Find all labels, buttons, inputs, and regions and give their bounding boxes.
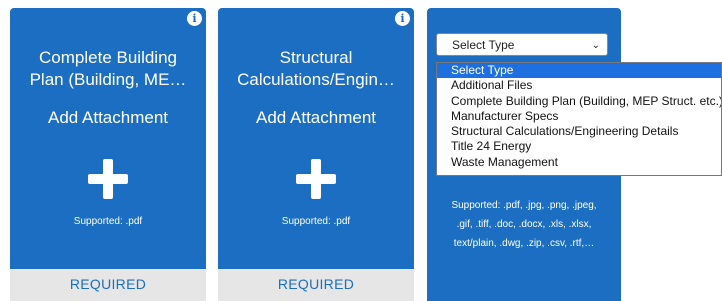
card-title: Structural Calculations/Engin…	[228, 47, 404, 91]
required-badge: REQUIRED	[10, 269, 206, 301]
card-title-line2: Plan (Building, ME…	[29, 70, 187, 89]
dropdown-option[interactable]: Waste Management	[437, 155, 721, 170]
attachment-card-structural[interactable]: i Structural Calculations/Engin… Add Att…	[218, 8, 414, 301]
card-title-line1: Structural	[279, 48, 353, 67]
chevron-down-icon[interactable]: ⌄	[592, 34, 600, 57]
info-icon[interactable]: i	[395, 11, 410, 26]
dropdown-option[interactable]: Manufacturer Specs	[437, 109, 721, 124]
type-select-value: Select Type	[452, 38, 515, 52]
attachment-card-building-plan[interactable]: i Complete Building Plan (Building, ME… …	[10, 8, 206, 301]
dropdown-option[interactable]: Title 24 Energy	[437, 139, 721, 154]
plus-icon[interactable]	[88, 159, 128, 199]
type-dropdown-list[interactable]: Select Type Additional Files Complete Bu…	[436, 62, 722, 176]
card-title-line1: Complete Building	[39, 48, 177, 67]
plus-icon[interactable]	[296, 159, 336, 199]
supported-formats: Supported: .pdf	[73, 216, 143, 227]
dropdown-option[interactable]: Additional Files	[437, 78, 721, 93]
supported-formats: Supported: .pdf, .jpg, .png, .jpeg, .gif…	[435, 196, 613, 253]
type-select[interactable]: Select Type ⌄	[436, 33, 608, 56]
card-title: Complete Building Plan (Building, ME…	[20, 47, 196, 91]
dropdown-option[interactable]: Select Type	[437, 63, 721, 79]
required-badge: REQUIRED	[218, 269, 414, 301]
dropdown-option[interactable]: Structural Calculations/Engineering Deta…	[437, 124, 721, 139]
info-icon[interactable]: i	[187, 11, 202, 26]
supported-line: text/plain, .dwg, .zip, .csv, .rtf,…	[453, 238, 595, 249]
supported-formats: Supported: .pdf	[281, 216, 351, 227]
card-title-line2: Calculations/Engin…	[237, 70, 395, 89]
add-attachment-label[interactable]: Add Attachment	[218, 108, 414, 128]
supported-line: .gif, .tiff, .doc, .docx, .xls, .xlsx,	[456, 219, 592, 230]
dropdown-option[interactable]: Complete Building Plan (Building, MEP St…	[437, 94, 721, 109]
add-attachment-label[interactable]: Add Attachment	[10, 108, 206, 128]
supported-line: Supported: .pdf, .jpg, .png, .jpeg,	[451, 200, 597, 211]
